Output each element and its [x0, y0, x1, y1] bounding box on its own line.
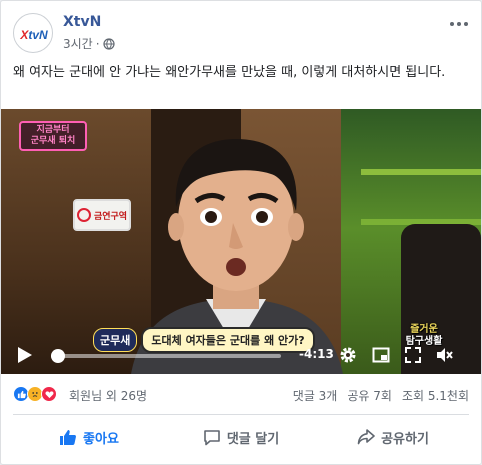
post-time[interactable]: 3시간: [63, 35, 93, 52]
post-header: XtvN XtvN 3시간 ·: [13, 13, 469, 53]
share-button[interactable]: 공유하기: [317, 419, 469, 455]
actions-divider: [13, 414, 469, 415]
love-reaction-icon: [41, 386, 57, 402]
fullscreen-icon[interactable]: [404, 346, 422, 364]
post-stats: 회원님 외 26명 댓글 3개 공유 7회 조회 5.1천회: [13, 383, 469, 405]
progress-knob[interactable]: [50, 349, 65, 363]
progress-bar[interactable]: [50, 349, 281, 363]
like-button[interactable]: 좋아요: [13, 419, 165, 455]
post-meta: 3시간 ·: [63, 35, 115, 52]
settings-icon[interactable]: [339, 346, 357, 364]
video-player[interactable]: 금연구역 지금부터 군무새 퇴치 군무새 도대체 여자들은 군대를 왜 안가?: [1, 109, 481, 374]
comment-button[interactable]: 댓글 달기: [165, 419, 317, 455]
share-count[interactable]: 공유 7회: [347, 387, 392, 404]
page-name-link[interactable]: XtvN: [63, 14, 101, 30]
show-logo-badge: 지금부터 군무새 퇴치: [19, 121, 87, 151]
view-count: 조회 5.1천회: [401, 389, 469, 403]
post-card: XtvN XtvN 3시간 · 왜 여자는 군대에 안 가냐는 왜안가무새를 만…: [0, 0, 482, 465]
video-controls: -4:13: [1, 337, 481, 374]
page-avatar[interactable]: XtvN: [13, 13, 53, 53]
remaining-time: -4:13: [299, 347, 334, 361]
comment-icon: [204, 430, 220, 446]
share-label: 공유하기: [381, 431, 429, 447]
miniplayer-icon[interactable]: [372, 346, 390, 364]
reaction-summary[interactable]: 회원님 외 26명: [69, 387, 147, 404]
reaction-icons[interactable]: [13, 386, 57, 402]
comment-label: 댓글 달기: [226, 431, 280, 447]
thumbs-up-icon: [60, 430, 77, 445]
post-actions: 좋아요 댓글 달기 공유하기: [13, 419, 469, 455]
share-icon: [357, 429, 375, 445]
volume-icon[interactable]: [435, 346, 453, 364]
xtvn-logo: XtvN: [19, 28, 48, 42]
comment-count[interactable]: 댓글 3개: [293, 387, 338, 404]
meta-separator: ·: [95, 36, 100, 51]
post-caption: 왜 여자는 군대에 안 가냐는 왜안가무새를 만났을 때, 이렇게 대처하시면 …: [13, 65, 446, 80]
more-options-icon[interactable]: [449, 19, 469, 29]
play-icon[interactable]: [17, 346, 33, 364]
globe-icon: [102, 37, 115, 50]
svg-text:XtvN: XtvN: [19, 28, 48, 42]
like-label: 좋아요: [83, 431, 119, 447]
engagement-counts: 댓글 3개 공유 7회 조회 5.1천회: [293, 387, 469, 404]
